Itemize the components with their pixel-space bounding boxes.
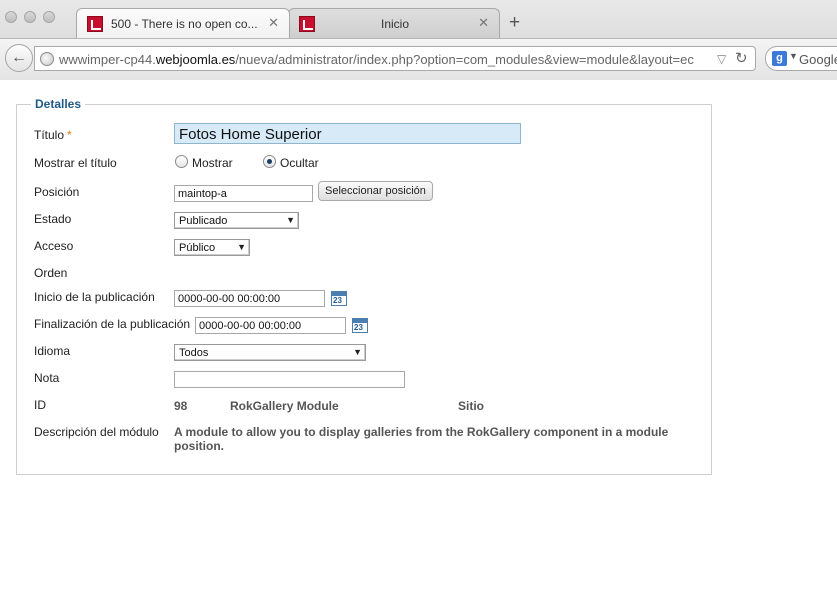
select-position-button[interactable]: Seleccionar posición [318,181,433,201]
module-name: RokGallery Module [230,399,339,413]
back-button[interactable]: ← [5,44,33,72]
module-description: A module to allow you to display galleri… [174,425,669,453]
state-select[interactable]: Publicado ▼ [174,212,299,229]
search-box[interactable]: g ▼ Google [765,46,837,71]
url-text: wwwimper-cp44.webjoomla.es/nueva/adminis… [59,52,694,67]
radio-hide[interactable] [263,155,276,168]
publish-down-input[interactable]: 0000-00-00 00:00:00 [195,317,346,334]
calendar-icon[interactable]: 23 [331,291,347,306]
globe-icon [40,52,54,66]
close-window-icon[interactable] [5,11,17,23]
title-label: Título * [34,128,72,142]
reload-icon[interactable]: ↻ [735,49,748,67]
tab-inicio-label: Inicio [381,17,410,31]
url-history-dropdown-icon[interactable]: ▽ [717,52,726,66]
access-select[interactable]: Público ▼ [174,239,250,256]
address-bar[interactable]: wwwimper-cp44.webjoomla.es/nueva/adminis… [34,46,756,71]
publish-up-label: Inicio de la publicación [34,290,155,304]
calendar-icon[interactable]: 23 [352,318,368,333]
description-label: Descripción del módulo [34,425,159,439]
tab-close-icon[interactable]: ✕ [478,15,489,31]
minimize-window-icon[interactable] [24,11,36,23]
browser-chrome: 500 - There is no open co... ✕ Inicio ✕ … [0,0,837,80]
browser-toolbar: ← wwwimper-cp44.webjoomla.es/nueva/admin… [0,38,837,80]
search-engine-dropdown-icon[interactable]: ▼ [789,51,798,61]
access-label: Acceso [34,239,74,253]
radio-show[interactable] [175,155,188,168]
radio-show-label: Mostrar [192,156,233,170]
tab-error-label: 500 - There is no open co... [111,17,258,31]
title-input[interactable]: Fotos Home Superior [174,123,521,144]
google-icon: g [772,51,787,66]
chevron-down-icon: ▼ [353,347,362,357]
id-value: 98 [174,399,188,413]
tab-inicio[interactable]: Inicio ✕ [288,8,500,38]
required-mark: * [67,128,72,142]
language-select-value: Todos [179,347,209,359]
order-label: Orden [34,266,68,280]
access-select-value: Público [179,242,216,254]
publish-down-label: Finalización de la publicación [34,317,191,331]
show-title-label: Mostrar el título [34,156,117,170]
language-label: Idioma [34,344,71,358]
chevron-down-icon: ▼ [286,215,295,225]
tab-close-icon[interactable]: ✕ [268,15,279,31]
state-select-value: Publicado [179,215,228,227]
fieldset-legend: Detalles [31,97,86,111]
joomla-favicon-icon [87,16,103,32]
id-label: ID [34,398,46,412]
position-input[interactable]: maintop-a [174,185,313,202]
publish-up-input[interactable]: 0000-00-00 00:00:00 [174,290,325,307]
joomla-favicon-icon [299,16,315,32]
new-tab-button[interactable]: + [509,12,520,34]
tab-error[interactable]: 500 - There is no open co... ✕ [76,8,290,38]
radio-hide-label: Ocultar [280,156,319,170]
search-engine-name: Google [799,52,837,67]
chevron-down-icon: ▼ [237,242,246,252]
zoom-window-icon[interactable] [43,11,55,23]
state-label: Estado [34,212,72,226]
client-value: Sitio [458,399,484,413]
note-input[interactable] [174,371,405,388]
position-label: Posición [34,185,80,199]
language-select[interactable]: Todos ▼ [174,344,366,361]
note-label: Nota [34,371,60,385]
